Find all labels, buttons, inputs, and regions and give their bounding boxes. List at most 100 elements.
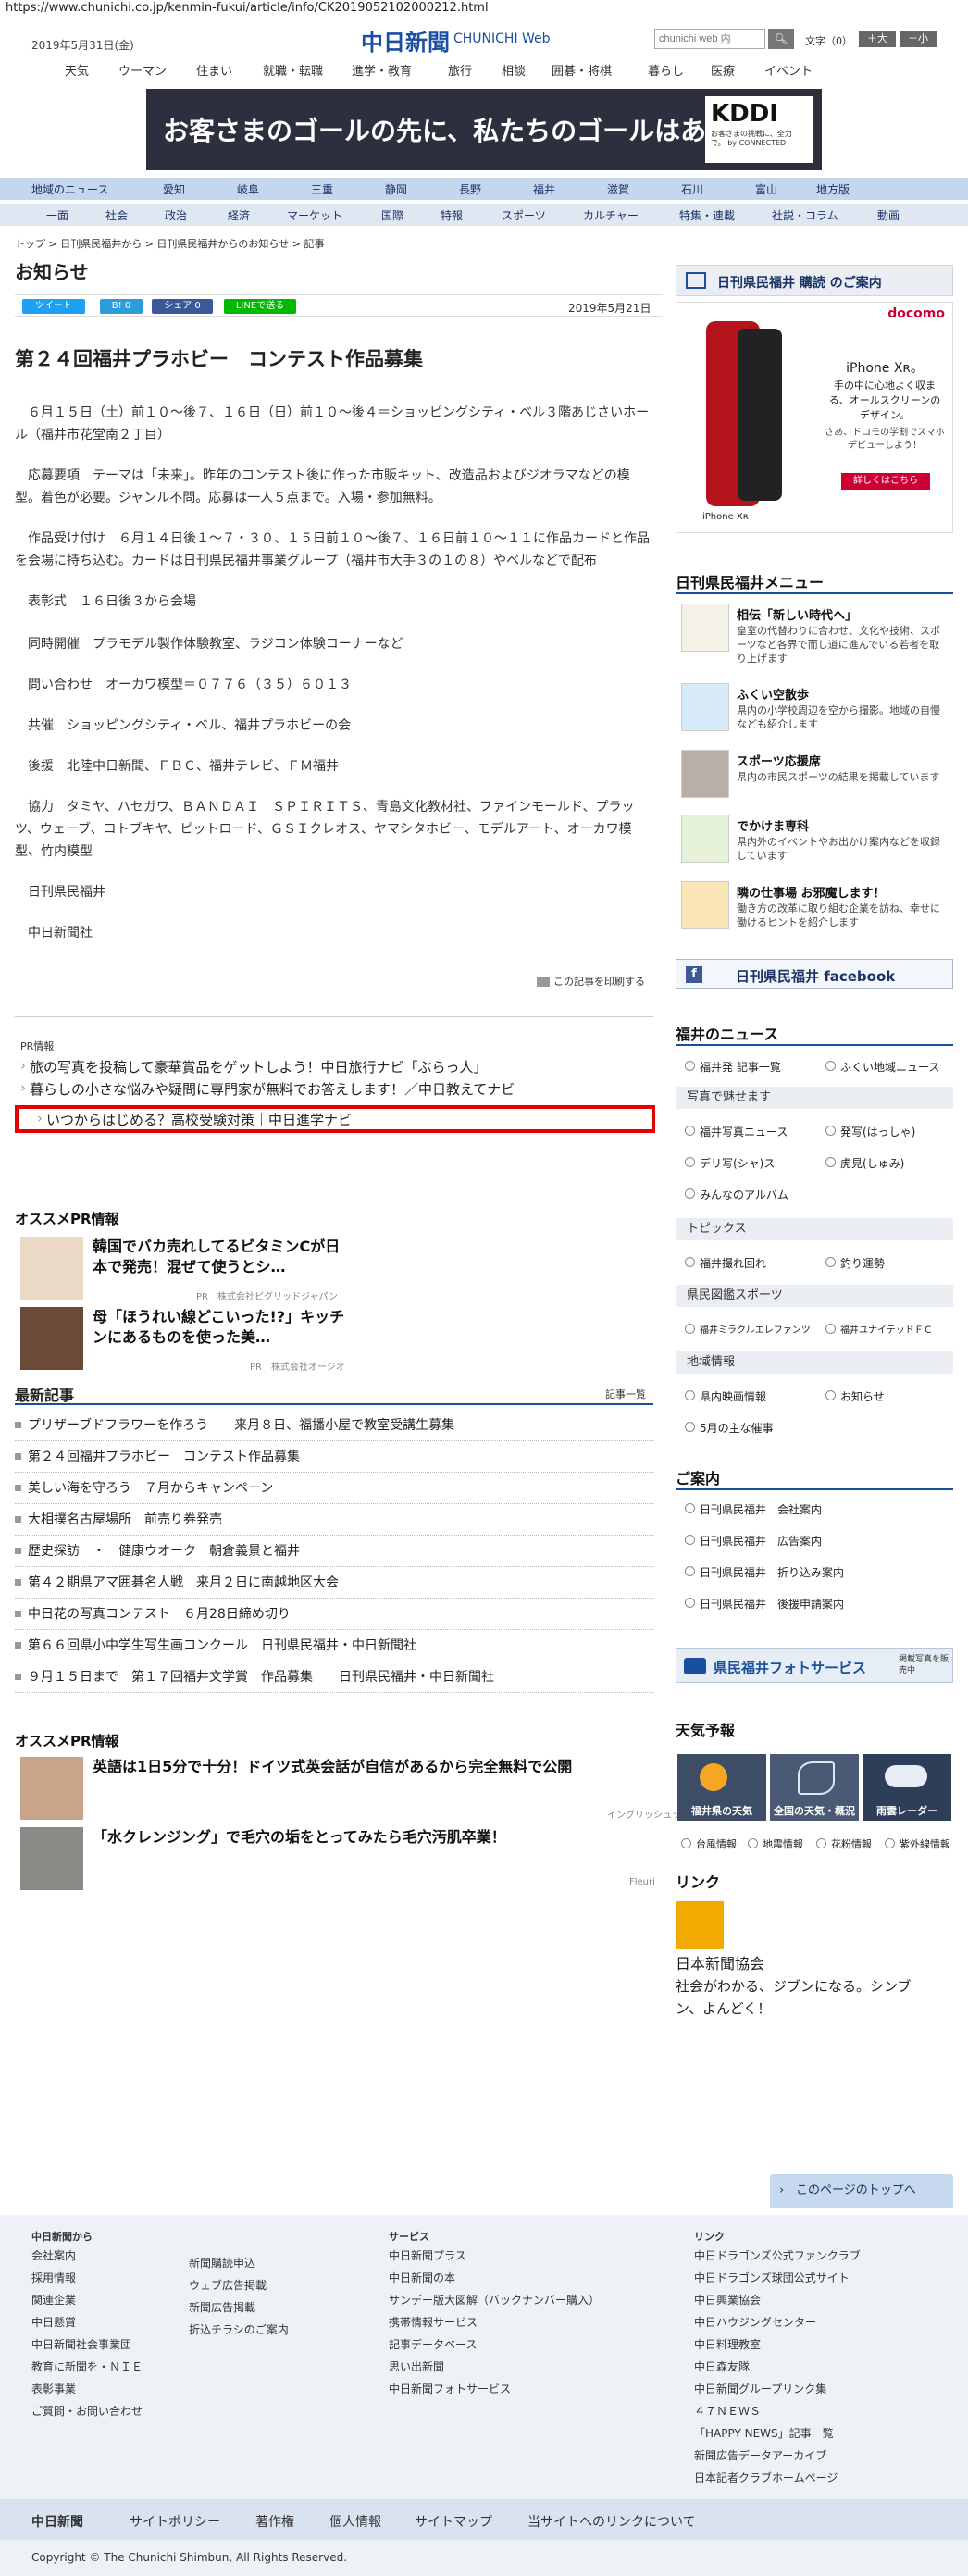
latest-item[interactable]: 大相撲名古屋場所 前売り券発売: [15, 1504, 653, 1536]
footer-link[interactable]: 新聞広告データアーカイブ: [694, 2447, 826, 2463]
region-item[interactable]: 長野: [459, 181, 481, 197]
region-item[interactable]: 福井: [533, 181, 555, 197]
font-larger-button[interactable]: ＋大: [859, 31, 896, 47]
font-smaller-button[interactable]: －小: [900, 31, 937, 47]
reco-thumbnail[interactable]: [20, 1237, 83, 1300]
topnav-item[interactable]: 進学・教育: [352, 61, 412, 79]
region-item[interactable]: 愛知: [163, 181, 185, 197]
docomo-ad[interactable]: docomo iPhone Xʀ。 手の中に心地よく収まる、オールスクリーンのデ…: [676, 302, 953, 533]
reco-thumbnail[interactable]: [20, 1307, 83, 1370]
menu-item-title[interactable]: 隣の仕事場 お邪魔します！: [737, 883, 886, 901]
footer-link[interactable]: 中日懸賞: [31, 2314, 76, 2330]
footer-link[interactable]: 中日新聞の本: [389, 2270, 455, 2285]
tweet-button[interactable]: ツイート: [22, 299, 85, 314]
print-link[interactable]: この記事を印刷する: [537, 974, 645, 989]
footer-bar-link[interactable]: サイトポリシー: [130, 2512, 220, 2531]
search-button[interactable]: 🔍︎: [768, 29, 794, 49]
local-link[interactable]: お知らせ: [825, 1388, 885, 1404]
topnav-item[interactable]: 相談: [502, 61, 526, 79]
weather-tile-fukui[interactable]: 福井県の天気: [677, 1754, 766, 1821]
footer-link[interactable]: 中日新聞フォトサービス: [389, 2381, 511, 2396]
pr-link-highlighted[interactable]: いつからはじめる？高校受験対策｜中日進学ナビ: [37, 1110, 352, 1129]
category-item[interactable]: 動画: [877, 207, 900, 223]
topnav-item[interactable]: 医療: [711, 61, 735, 79]
topnav-item[interactable]: 就職・転職: [263, 61, 323, 79]
photo-service-banner[interactable]: 県民福井フォトサービス 掲載写真を販売中: [676, 1648, 953, 1683]
footer-link[interactable]: 思い出新聞: [389, 2358, 444, 2374]
menu-icon[interactable]: [681, 604, 729, 652]
footer-link[interactable]: 中日ドラゴンズ球団公式サイト: [694, 2270, 850, 2285]
latest-item[interactable]: 第４２期県アマ囲碁名人戦 来月２日に南越地区大会: [15, 1567, 653, 1599]
latest-item[interactable]: 第２４回福井プラホビー コンテスト作品募集: [15, 1441, 653, 1473]
footer-link[interactable]: 中日ドラゴンズ公式ファンクラブ: [694, 2247, 861, 2263]
region-item[interactable]: 地域のニュース: [31, 181, 108, 197]
footer-link[interactable]: 中日森友隊: [694, 2358, 750, 2374]
footer-link[interactable]: サンデー版大図解（バックナンバー購入）: [389, 2292, 600, 2308]
menu-icon[interactable]: [681, 881, 729, 929]
menu-icon[interactable]: [681, 750, 729, 798]
facebook-banner[interactable]: f 日刊県民福井 facebook: [676, 959, 953, 989]
region-item[interactable]: 石川: [681, 181, 703, 197]
reco-title[interactable]: 母「ほうれい線どこいった!?」キッチンにあるものを使った美…: [93, 1307, 352, 1348]
guide-link[interactable]: 日刊県民福井 会社案内: [685, 1501, 822, 1517]
category-item[interactable]: 社会: [105, 207, 128, 223]
topics-link[interactable]: 福井撮れ回れ: [685, 1255, 766, 1271]
weather-link[interactable]: 地震情報: [748, 1836, 803, 1851]
breadcrumb[interactable]: トップ > 日刊県民福井から > 日刊県民福井からのお知らせ > 記事: [15, 236, 324, 251]
latest-item[interactable]: ９月１５日まで 第１７回福井文学賞 作品募集 日刊県民福井・中日新聞社: [15, 1661, 653, 1693]
link-name[interactable]: 日本新聞協会: [676, 1951, 764, 1973]
hatena-button[interactable]: B! 0: [100, 299, 143, 314]
weather-tile-national[interactable]: 全国の天気・概況: [770, 1754, 859, 1821]
guide-link[interactable]: 日刊県民福井 広告案内: [685, 1533, 822, 1549]
latest-item[interactable]: プリザーブドフラワーを作ろう 来月８日、福播小屋で教室受講生募集: [15, 1410, 653, 1441]
topnav-item[interactable]: イベント: [764, 61, 813, 79]
sports-link[interactable]: 福井ユナイテッドＦＣ: [825, 1322, 933, 1336]
site-logo[interactable]: 中日新聞: [361, 24, 450, 56]
latest-item[interactable]: 第６６回県小中学生写生画コンクール 日刊県民福井・中日新聞社: [15, 1630, 653, 1661]
latest-more-link[interactable]: 記事一覧: [605, 1387, 646, 1401]
weather-link[interactable]: 台風情報: [681, 1836, 737, 1851]
menu-icon[interactable]: [681, 815, 729, 863]
site-logo-sub[interactable]: CHUNICHI Web: [453, 31, 551, 46]
photo-link[interactable]: 発写(はっしゃ): [825, 1124, 915, 1139]
category-item[interactable]: 国際: [381, 207, 403, 223]
topnav-item[interactable]: 旅行: [448, 61, 472, 79]
region-item[interactable]: 富山: [755, 181, 777, 197]
category-item[interactable]: 特集・連載: [679, 207, 735, 223]
latest-item[interactable]: 美しい海を守ろう ７月からキャンペーン: [15, 1473, 653, 1504]
topnav-item[interactable]: 住まい: [196, 61, 232, 79]
footer-logo[interactable]: 中日新聞: [31, 2512, 83, 2531]
reco-title[interactable]: 英語は1日5分で十分！ドイツ式英会話が自信があるから完全無料で公開: [93, 1757, 648, 1777]
banner-ad[interactable]: お客さまのゴールの先に、私たちのゴールはある。 KDDI お客さまの挑戦に、全力…: [146, 89, 822, 170]
footer-link[interactable]: 中日新聞グループリンク集: [694, 2381, 826, 2396]
footer-link[interactable]: ご質問・お問い合わせ: [31, 2403, 143, 2419]
newspaper-association-logo[interactable]: [676, 1901, 724, 1949]
guide-link[interactable]: 日刊県民福井 後援申請案内: [685, 1596, 844, 1612]
weather-link[interactable]: 花粉情報: [816, 1836, 872, 1851]
footer-link[interactable]: 採用情報: [31, 2270, 76, 2285]
footer-bar-link[interactable]: サイトマップ: [415, 2512, 492, 2531]
latest-item[interactable]: 中日花の写真コンテスト ６月28日締め切り: [15, 1599, 653, 1630]
photo-link[interactable]: デリ写(シャ)ス: [685, 1155, 775, 1171]
pr-link[interactable]: 旅の写真を投稿して豪華賞品をゲットしよう！中日旅行ナビ「ぶらっ人」: [20, 1057, 488, 1076]
footer-bar-link[interactable]: 当サイトへのリンクについて: [527, 2512, 696, 2531]
footer-link[interactable]: 日本記者クラブホームページ: [694, 2470, 838, 2485]
footer-link[interactable]: 新聞広告掲載: [189, 2299, 255, 2315]
topnav-item[interactable]: ウーマン: [118, 61, 167, 79]
category-item[interactable]: 一面: [46, 207, 68, 223]
reco-title[interactable]: 「水クレンジング」で毛穴の垢をとってみたら毛穴汚肌卒業！: [93, 1827, 648, 1848]
footer-bar-link[interactable]: 著作権: [255, 2512, 294, 2531]
line-share-button[interactable]: LINEで送る: [224, 299, 296, 314]
footer-link[interactable]: 「HAPPY NEWS」記事一覧: [694, 2425, 834, 2441]
footer-link[interactable]: 中日ハウジングセンター: [694, 2314, 816, 2330]
sports-link[interactable]: 福井ミラクルエレファンツ: [685, 1322, 811, 1336]
category-item[interactable]: 社説・コラム: [772, 207, 838, 223]
menu-item-title[interactable]: スポーツ応援席: [737, 752, 821, 769]
topnav-item[interactable]: 暮らし: [648, 61, 684, 79]
region-item[interactable]: 地方版: [816, 181, 850, 197]
region-item[interactable]: 三重: [311, 181, 333, 197]
footer-link[interactable]: 記事データベース: [389, 2336, 477, 2352]
footer-link[interactable]: 表彰事業: [31, 2381, 76, 2396]
footer-link[interactable]: 会社案内: [31, 2247, 76, 2263]
footer-link[interactable]: 関連企業: [31, 2292, 76, 2308]
